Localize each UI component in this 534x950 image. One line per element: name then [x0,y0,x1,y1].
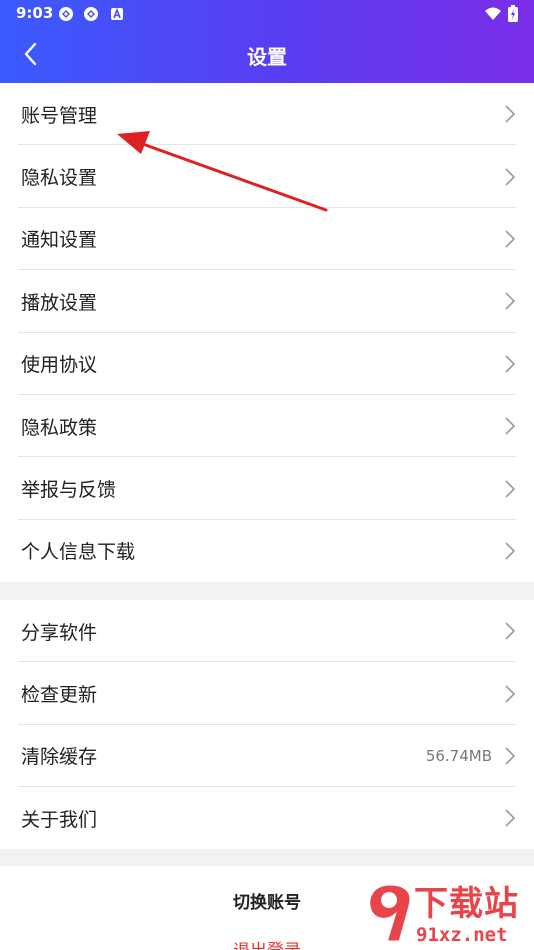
setting-label: 隐私设置 [21,167,98,190]
settings-group-primary: 账号管理 隐私设置 通知设置 播放设置 使用协议 隐私政策 举报与反馈 个人信息… [0,83,534,582]
status-bar: 9:03 [0,0,534,28]
setting-label: 个人信息下载 [21,541,136,564]
app-notification-icon [59,7,73,21]
setting-label: 检查更新 [21,684,98,707]
wifi-icon [485,7,501,20]
watermark-url: 91xz.net [416,924,508,946]
setting-label: 账号管理 [21,104,98,127]
chevron-right-icon [505,622,516,640]
site-watermark: 下载站 91xz.net [354,868,534,950]
chevron-right-icon [505,479,516,498]
title-bar: 设置 [0,28,534,83]
setting-row-personal-info-download[interactable]: 个人信息下载 [0,520,534,582]
app-notification-icon [84,7,98,21]
app-header: 9:03 设置 [0,0,534,83]
setting-label: 举报与反馈 [21,479,117,502]
setting-label: 通知设置 [21,229,98,252]
setting-label: 分享软件 [21,621,98,644]
settings-group-secondary: 分享软件 检查更新 清除缓存 56.74MB 关于我们 [0,600,534,849]
chevron-right-icon [505,747,516,765]
setting-row-about-us[interactable]: 关于我们 [0,787,534,849]
setting-label: 清除缓存 [21,746,98,769]
setting-row-report-feedback[interactable]: 举报与反馈 [0,457,534,520]
chevron-right-icon [505,355,516,373]
status-time: 9:03 [16,4,54,22]
chevron-right-icon [505,105,516,123]
chevron-right-icon [505,685,516,703]
watermark-logo-icon [367,882,413,944]
setting-row-playback-settings[interactable]: 播放设置 [0,270,534,333]
setting-row-account-management[interactable]: 账号管理 [0,83,534,146]
chevron-right-icon [505,417,516,435]
chevron-right-icon [505,292,516,310]
battery-charging-icon [508,5,518,22]
a-badge-icon [111,7,123,20]
setting-row-privacy-settings[interactable]: 隐私设置 [0,145,534,208]
setting-label: 播放设置 [21,291,98,314]
setting-label: 隐私政策 [21,416,98,439]
setting-label: 使用协议 [21,354,98,377]
setting-row-clear-cache[interactable]: 清除缓存 56.74MB [0,725,534,788]
cache-size-value: 56.74MB [425,746,492,765]
page-title: 设置 [247,45,287,69]
watermark-name: 下载站 [414,884,519,924]
setting-row-privacy-policy[interactable]: 隐私政策 [0,395,534,458]
chevron-right-icon [505,809,516,827]
setting-row-terms-of-use[interactable]: 使用协议 [0,333,534,395]
chevron-right-icon [505,542,516,560]
setting-row-share-app[interactable]: 分享软件 [0,600,534,663]
chevron-right-icon [505,230,516,248]
chevron-right-icon [505,168,516,186]
setting-label: 关于我们 [21,808,98,831]
setting-row-check-update[interactable]: 检查更新 [0,662,534,725]
setting-row-notification-settings[interactable]: 通知设置 [0,208,534,271]
